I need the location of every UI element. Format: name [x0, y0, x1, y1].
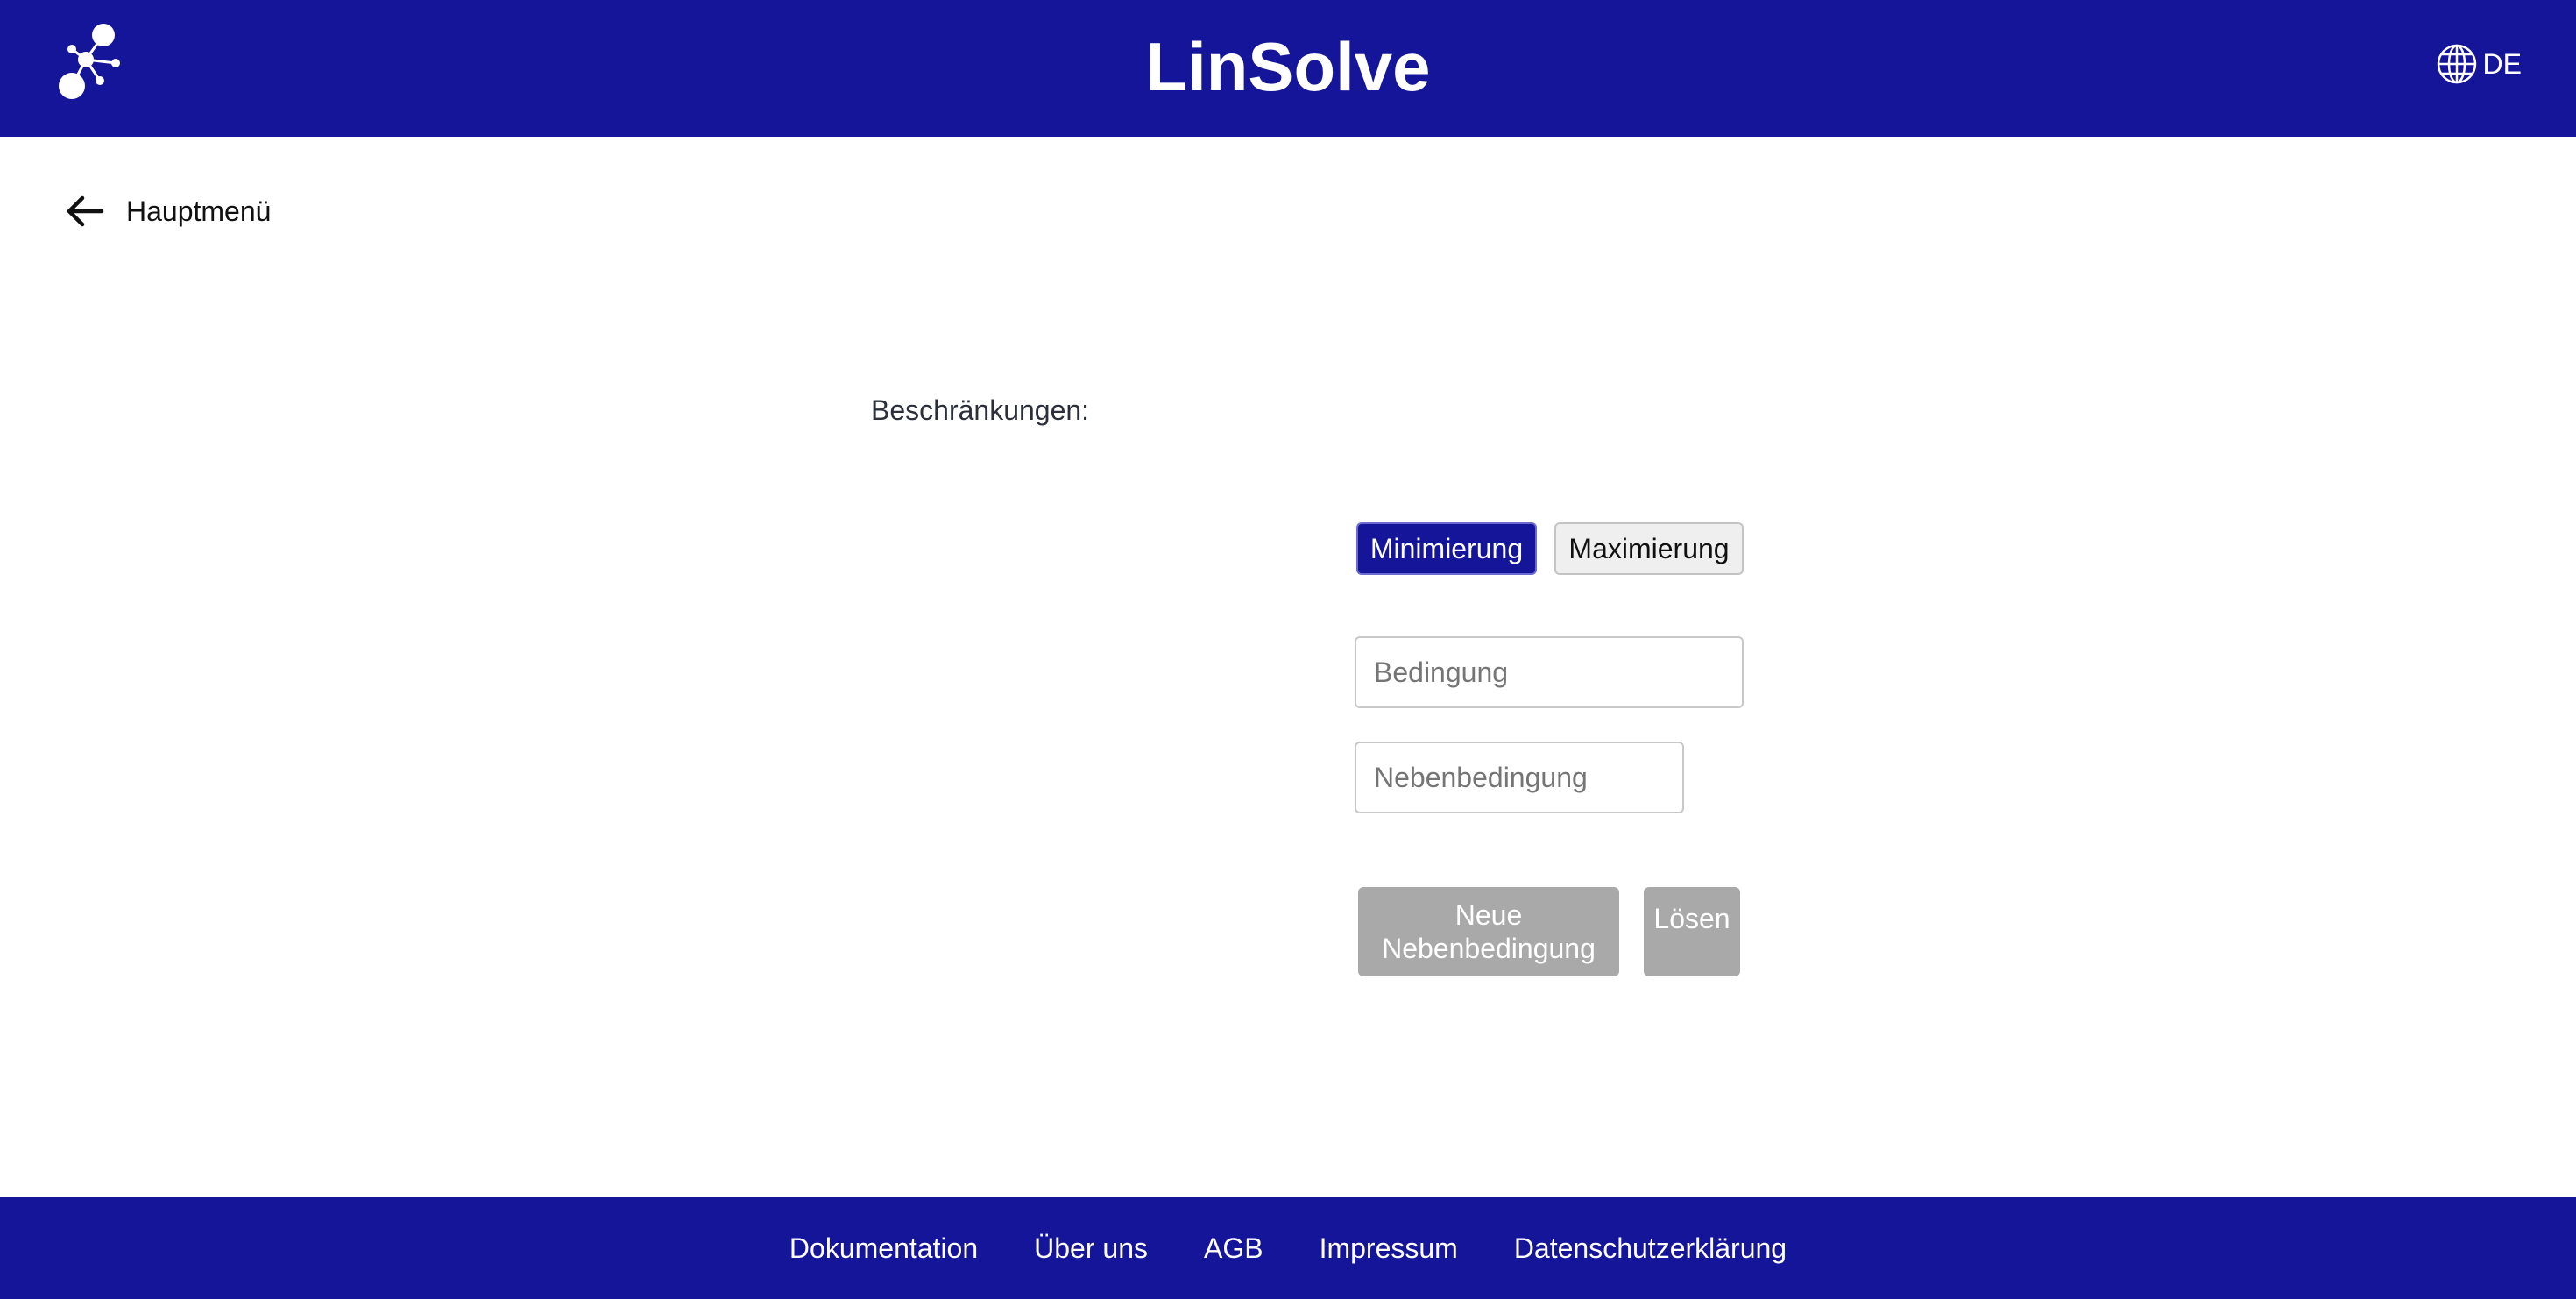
footer-link-terms[interactable]: AGB [1204, 1232, 1263, 1265]
top-bar: LinSolve DE [0, 0, 2576, 137]
language-label: DE [2482, 47, 2522, 80]
footer-bar: Dokumentation Über uns AGB Impressum Dat… [0, 1197, 2576, 1299]
back-link-label: Hauptmenü [126, 195, 272, 227]
footer-link-about-us[interactable]: Über uns [1034, 1232, 1148, 1265]
app-title: LinSolve [1145, 28, 1431, 105]
condition-input[interactable] [1355, 636, 1744, 708]
back-to-main-menu-link[interactable]: Hauptmenü [65, 189, 271, 233]
footer-link-imprint[interactable]: Impressum [1320, 1232, 1458, 1265]
globe-icon [2437, 44, 2476, 84]
language-switcher[interactable]: DE [2436, 42, 2522, 86]
new-constraint-button[interactable]: Neue Nebenbedingung [1358, 887, 1619, 976]
arrow-left-icon [67, 195, 104, 227]
constraints-label: Beschränkungen: [871, 394, 1090, 426]
maximize-toggle-button[interactable]: Maximierung [1554, 522, 1744, 575]
minimize-toggle-button[interactable]: Minimierung [1356, 522, 1537, 575]
constraint-input[interactable] [1355, 742, 1684, 813]
app-window: LinSolve DE Hauptmenü Beschränkungen: Mi… [0, 0, 2576, 1299]
footer-link-privacy[interactable]: Datenschutzerklärung [1514, 1232, 1787, 1265]
solve-button[interactable]: Lösen [1644, 887, 1740, 976]
footer-link-documentation[interactable]: Dokumentation [789, 1232, 978, 1265]
